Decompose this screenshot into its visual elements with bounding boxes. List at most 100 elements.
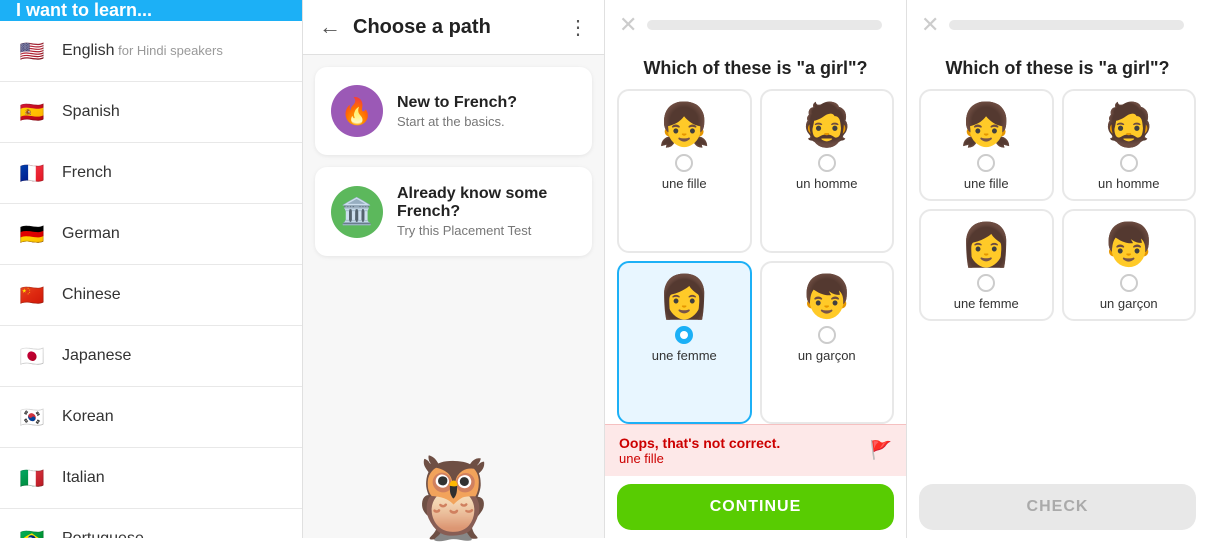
flag-german: 🇩🇪 (16, 218, 48, 250)
progress-bar-2 (949, 20, 1184, 30)
sidebar-item-french[interactable]: 🇫🇷 French (0, 143, 302, 204)
error-title: Oops, that's not correct. (619, 435, 780, 451)
choice-card-une_femme_2[interactable]: 👩 une femme (919, 209, 1054, 321)
path-options-list: 🔥 New to French? Start at the basics. 🏛️… (303, 55, 604, 256)
choice-avatar-un_homme_2: 🧔 (1103, 101, 1155, 150)
choices-grid-blank: 👧 une fille 🧔 un homme 👩 une femme 👦 un … (907, 89, 1208, 321)
sidebar-header: I want to learn... (0, 0, 302, 21)
lang-name-french: French (62, 164, 112, 182)
quiz-check-close-button[interactable]: ✕ (921, 12, 939, 38)
path-panel: ← Choose a path ⋮ 🔥 New to French? Start… (302, 0, 604, 538)
choice-radio-un_homme_1 (818, 154, 836, 172)
choice-card-un_garcon_1[interactable]: 👦 un garçon (760, 261, 895, 425)
check-button[interactable]: CHECK (919, 484, 1196, 530)
choice-label-une_femme: une femme (652, 348, 717, 363)
quiz-error-panel: ✕ Which of these is "a girl"? 👧 une fill… (604, 0, 906, 538)
error-answer: une fille (619, 451, 780, 466)
quiz-check-header: ✕ (907, 0, 1208, 50)
choices-grid-error: 👧 une fille 🧔 un homme 👩 une femme 👦 un … (605, 89, 906, 424)
choice-radio-une_fille_1 (675, 154, 693, 172)
path-icon-placement: 🏛️ (331, 186, 383, 238)
choice-avatar-un_garcon_1: 👦 (801, 273, 853, 322)
choice-card-un_homme_1[interactable]: 🧔 un homme (760, 89, 895, 253)
choice-avatar-une_femme: 👩 (658, 273, 710, 322)
lang-name-japanese: Japanese (62, 347, 131, 365)
path-option-new[interactable]: 🔥 New to French? Start at the basics. (315, 67, 592, 155)
language-list-panel: I want to learn... 🇺🇸 English for Hindi … (0, 0, 302, 538)
path-title: Choose a path (353, 16, 568, 39)
report-flag-icon[interactable]: 🚩 (870, 440, 892, 461)
sidebar-title: I want to learn... (16, 0, 152, 21)
choice-label-un_homme_1: un homme (796, 176, 857, 191)
error-banner: Oops, that's not correct. une fille 🚩 (605, 424, 906, 476)
owl-mascot-area: 🦉 (303, 256, 604, 538)
continue-button[interactable]: CONTINUE (617, 484, 894, 530)
lang-name-chinese: Chinese (62, 286, 121, 304)
path-text-new: New to French? Start at the basics. (397, 94, 517, 129)
choice-card-un_garcon_2[interactable]: 👦 un garçon (1062, 209, 1197, 321)
path-option-title-new: New to French? (397, 94, 517, 112)
choice-radio-une_fille_2 (977, 154, 995, 172)
owl-mascot: 🦉 (404, 458, 504, 538)
more-options-button[interactable]: ⋮ (568, 15, 588, 40)
quiz-check-panel: ✕ Which of these is "a girl"? 👧 une fill… (906, 0, 1208, 538)
path-text-placement: Already know some French? Try this Place… (397, 185, 576, 238)
choice-label-une_fille_1: une fille (662, 176, 707, 191)
flag-japanese: 🇯🇵 (16, 340, 48, 372)
error-text: Oops, that's not correct. une fille (619, 435, 780, 466)
choice-radio-une_femme (675, 326, 693, 344)
choice-card-une_fille_1[interactable]: 👧 une fille (617, 89, 752, 253)
quiz-close-button[interactable]: ✕ (619, 12, 637, 38)
progress-bar (647, 20, 882, 30)
flag-italian: 🇮🇹 (16, 462, 48, 494)
choice-avatar-un_homme_1: 🧔 (801, 101, 853, 150)
lang-name-english: English for Hindi speakers (62, 42, 223, 60)
flag-portuguese: 🇧🇷 (16, 523, 48, 538)
quiz-check-question: Which of these is "a girl"? (907, 50, 1208, 89)
lang-name-italian: Italian (62, 469, 105, 487)
path-header: ← Choose a path ⋮ (303, 0, 604, 55)
choice-label-un_garcon_1: un garçon (798, 348, 856, 363)
choice-radio-un_garcon_2 (1120, 274, 1138, 292)
choice-card-une_femme[interactable]: 👩 une femme (617, 261, 752, 425)
lang-name-german: German (62, 225, 120, 243)
choice-radio-un_homme_2 (1120, 154, 1138, 172)
choice-label-une_femme_2: une femme (954, 296, 1019, 311)
path-option-sub-new: Start at the basics. (397, 114, 517, 129)
lang-name-korean: Korean (62, 408, 114, 426)
choice-card-un_homme_2[interactable]: 🧔 un homme (1062, 89, 1197, 201)
choice-avatar-une_femme_2: 👩 (960, 221, 1012, 270)
sidebar-item-japanese[interactable]: 🇯🇵 Japanese (0, 326, 302, 387)
flag-english: 🇺🇸 (16, 35, 48, 67)
path-option-title-placement: Already know some French? (397, 185, 576, 221)
sidebar-item-chinese[interactable]: 🇨🇳 Chinese (0, 265, 302, 326)
choice-avatar-une_fille_1: 👧 (658, 101, 710, 150)
sidebar-item-korean[interactable]: 🇰🇷 Korean (0, 387, 302, 448)
back-button[interactable]: ← (319, 14, 341, 40)
flag-chinese: 🇨🇳 (16, 279, 48, 311)
flag-french: 🇫🇷 (16, 157, 48, 189)
sidebar-item-portuguese[interactable]: 🇧🇷 Portuguese (0, 509, 302, 538)
choice-radio-une_femme_2 (977, 274, 995, 292)
flag-korean: 🇰🇷 (16, 401, 48, 433)
sidebar-item-english[interactable]: 🇺🇸 English for Hindi speakers (0, 21, 302, 82)
choice-label-un_homme_2: un homme (1098, 176, 1159, 191)
flag-spanish: 🇪🇸 (16, 96, 48, 128)
choice-avatar-un_garcon_2: 👦 (1103, 221, 1155, 270)
choice-avatar-une_fille_2: 👧 (960, 101, 1012, 150)
path-icon-new: 🔥 (331, 85, 383, 137)
sidebar-item-spanish[interactable]: 🇪🇸 Spanish (0, 82, 302, 143)
quiz-error-question: Which of these is "a girl"? (605, 50, 906, 89)
sidebar-item-german[interactable]: 🇩🇪 German (0, 204, 302, 265)
quiz-error-header: ✕ (605, 0, 906, 50)
lang-name-portuguese: Portuguese (62, 530, 144, 538)
choice-label-un_garcon_2: un garçon (1100, 296, 1158, 311)
path-option-placement[interactable]: 🏛️ Already know some French? Try this Pl… (315, 167, 592, 256)
language-list: 🇺🇸 English for Hindi speakers 🇪🇸 Spanish… (0, 21, 302, 538)
path-option-sub-placement: Try this Placement Test (397, 223, 576, 238)
lang-name-spanish: Spanish (62, 103, 120, 121)
choice-radio-un_garcon_1 (818, 326, 836, 344)
choice-card-une_fille_2[interactable]: 👧 une fille (919, 89, 1054, 201)
choice-label-une_fille_2: une fille (964, 176, 1009, 191)
sidebar-item-italian[interactable]: 🇮🇹 Italian (0, 448, 302, 509)
